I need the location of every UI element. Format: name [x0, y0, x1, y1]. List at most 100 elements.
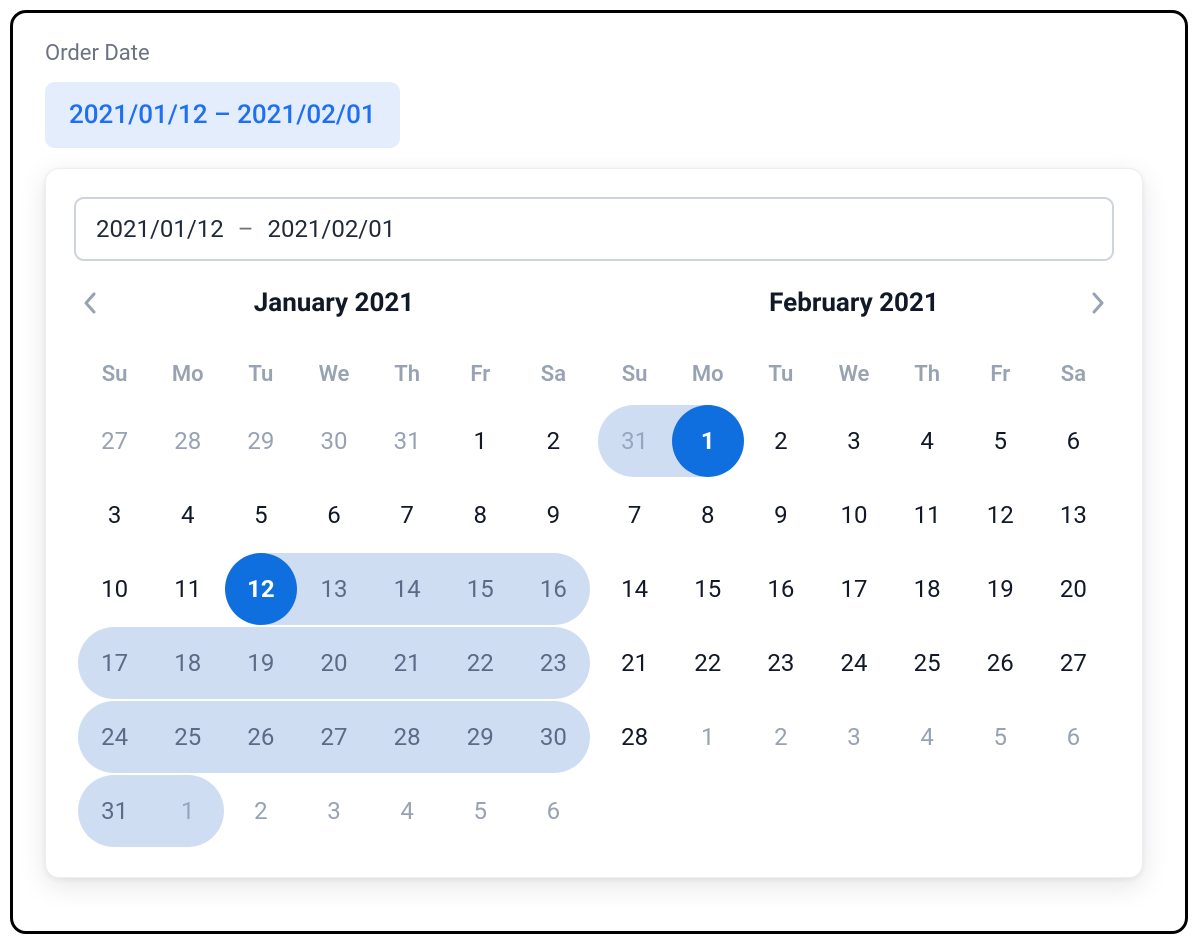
calendar-day[interactable]: 24	[817, 627, 890, 699]
weekday-row: SuMoTuWeThFrSa	[78, 353, 590, 397]
calendar-day[interactable]: 31	[371, 405, 444, 477]
calendar-day[interactable]: 10	[78, 553, 151, 625]
calendar-day[interactable]: 23	[517, 627, 590, 699]
calendar-day[interactable]: 18	[151, 627, 224, 699]
calendar-day[interactable]: 30	[517, 701, 590, 773]
date-range-popover: 2021/01/12 – 2021/02/01 January 2021 SuM…	[45, 168, 1143, 878]
month-title-left: January 2021	[78, 281, 590, 325]
calendar-day[interactable]: 6	[1037, 701, 1110, 773]
calendar-day[interactable]: 20	[297, 627, 370, 699]
calendar-day[interactable]: 15	[444, 553, 517, 625]
calendar-day[interactable]: 15	[671, 553, 744, 625]
calendar-month-right: February 2021 SuMoTuWeThFrSa 31123456789…	[594, 281, 1114, 849]
calendar-day[interactable]: 25	[891, 627, 964, 699]
calendar-day[interactable]: 25	[151, 701, 224, 773]
calendar-day[interactable]: 16	[744, 553, 817, 625]
field-label: Order Date	[45, 41, 1153, 66]
calendar-day[interactable]: 19	[964, 553, 1037, 625]
calendar-day-range-end[interactable]: 1	[671, 405, 744, 477]
calendar-day[interactable]: 9	[744, 479, 817, 551]
calendar-day[interactable]: 27	[1037, 627, 1110, 699]
calendar-day[interactable]: 6	[517, 775, 590, 847]
calendar-day[interactable]: 13	[297, 553, 370, 625]
calendar-day[interactable]: 3	[817, 405, 890, 477]
calendar-day[interactable]: 8	[671, 479, 744, 551]
calendar-day[interactable]: 21	[371, 627, 444, 699]
calendar-day[interactable]: 2	[224, 775, 297, 847]
calendar-day[interactable]: 31	[78, 775, 151, 847]
calendar-day[interactable]: 30	[297, 405, 370, 477]
calendar-day[interactable]: 11	[151, 553, 224, 625]
date-range-input[interactable]: 2021/01/12 – 2021/02/01	[74, 197, 1114, 261]
weekday-label: Tu	[744, 353, 817, 397]
calendar-day[interactable]: 1	[671, 701, 744, 773]
calendar-day[interactable]: 27	[78, 405, 151, 477]
calendar-day[interactable]: 4	[371, 775, 444, 847]
calendar-day[interactable]: 16	[517, 553, 590, 625]
calendar-day[interactable]: 7	[598, 479, 671, 551]
calendar-day[interactable]: 9	[517, 479, 590, 551]
weekday-row: SuMoTuWeThFrSa	[598, 353, 1110, 397]
calendar-day[interactable]: 3	[78, 479, 151, 551]
calendar-month-left: January 2021 SuMoTuWeThFrSa 272829303112…	[74, 281, 594, 849]
calendar-day[interactable]: 12	[964, 479, 1037, 551]
calendar-day[interactable]: 4	[891, 405, 964, 477]
calendar-day[interactable]: 24	[78, 701, 151, 773]
calendar-day[interactable]: 6	[297, 479, 370, 551]
calendar-day[interactable]: 26	[964, 627, 1037, 699]
calendar-day[interactable]: 4	[151, 479, 224, 551]
month-title-right: February 2021	[598, 281, 1110, 325]
weekday-label: We	[817, 353, 890, 397]
calendar-day[interactable]: 27	[297, 701, 370, 773]
calendar-day[interactable]: 5	[224, 479, 297, 551]
calendar-day[interactable]: 22	[671, 627, 744, 699]
calendar-day[interactable]: 5	[444, 775, 517, 847]
date-range-panel: Order Date 2021/01/12 – 2021/02/01 2021/…	[10, 10, 1188, 934]
weekday-label: Su	[598, 353, 671, 397]
calendar-day[interactable]: 6	[1037, 405, 1110, 477]
calendar-day[interactable]: 11	[891, 479, 964, 551]
calendar-day[interactable]: 8	[444, 479, 517, 551]
weekday-label: Sa	[517, 353, 590, 397]
calendar-day[interactable]: 19	[224, 627, 297, 699]
calendar-day[interactable]: 29	[444, 701, 517, 773]
weekday-label: We	[297, 353, 370, 397]
range-input-start[interactable]: 2021/01/12	[96, 215, 224, 243]
calendar-day[interactable]: 28	[598, 701, 671, 773]
calendar-day[interactable]: 7	[371, 479, 444, 551]
calendar-day[interactable]: 23	[744, 627, 817, 699]
calendar-day[interactable]: 2	[744, 701, 817, 773]
weekday-label: Th	[891, 353, 964, 397]
calendar-day[interactable]: 20	[1037, 553, 1110, 625]
calendar-day[interactable]: 29	[224, 405, 297, 477]
calendar-day[interactable]: 5	[964, 405, 1037, 477]
calendar-day[interactable]: 5	[964, 701, 1037, 773]
calendar-day[interactable]: 28	[371, 701, 444, 773]
calendar-day[interactable]: 22	[444, 627, 517, 699]
calendar-day[interactable]: 14	[371, 553, 444, 625]
calendar-day[interactable]: 17	[817, 553, 890, 625]
weekday-label: Tu	[224, 353, 297, 397]
calendar-day[interactable]: 18	[891, 553, 964, 625]
calendar-day-range-start[interactable]: 12	[224, 553, 297, 625]
date-range-pill[interactable]: 2021/01/12 – 2021/02/01	[45, 82, 400, 148]
calendar-day[interactable]: 14	[598, 553, 671, 625]
calendar-day[interactable]: 26	[224, 701, 297, 773]
weekday-label: Mo	[671, 353, 744, 397]
range-input-end[interactable]: 2021/02/01	[267, 215, 395, 243]
calendar-day[interactable]: 10	[817, 479, 890, 551]
calendar-day[interactable]: 2	[517, 405, 590, 477]
calendar-day[interactable]: 4	[891, 701, 964, 773]
calendar-day[interactable]: 3	[297, 775, 370, 847]
calendar-day[interactable]: 2	[744, 405, 817, 477]
weekday-label: Mo	[151, 353, 224, 397]
calendar-day[interactable]: 31	[598, 405, 671, 477]
calendar-grid-left: 2728293031123456789101112131415161718192…	[78, 405, 590, 847]
calendar-day[interactable]: 13	[1037, 479, 1110, 551]
calendar-day[interactable]: 1	[151, 775, 224, 847]
calendar-day[interactable]: 21	[598, 627, 671, 699]
calendar-day[interactable]: 1	[444, 405, 517, 477]
calendar-day[interactable]: 3	[817, 701, 890, 773]
calendar-day[interactable]: 17	[78, 627, 151, 699]
calendar-day[interactable]: 28	[151, 405, 224, 477]
